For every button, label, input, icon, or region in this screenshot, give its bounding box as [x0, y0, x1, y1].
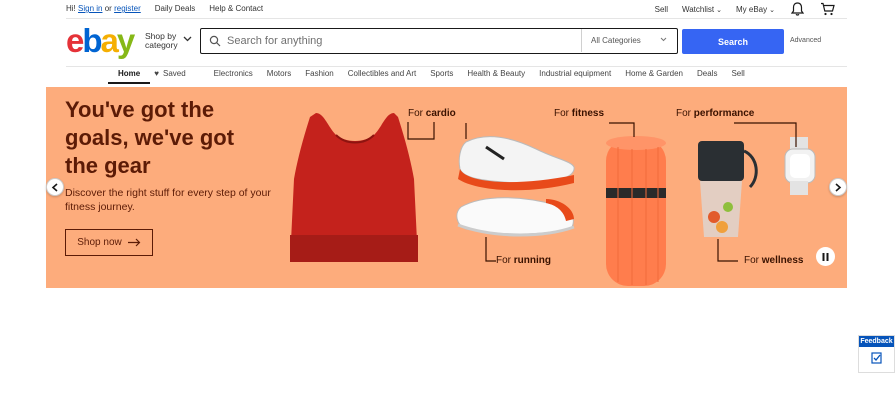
- label-for-performance: For performance: [676, 108, 755, 119]
- nav-item-motors[interactable]: Motors: [267, 69, 291, 78]
- label-for-fitness: For fitness: [554, 108, 605, 119]
- nav-item-home-garden[interactable]: Home & Garden: [625, 69, 683, 78]
- nav-item-home[interactable]: Home: [107, 69, 151, 84]
- search-button[interactable]: Search: [682, 29, 784, 54]
- greeting: Hi! Sign in or register: [66, 4, 141, 13]
- carousel-next-button[interactable]: [829, 178, 847, 196]
- nav-item-electronics[interactable]: Electronics: [214, 69, 253, 78]
- tank-top-image: [290, 113, 418, 262]
- top-bar-left: Hi! Sign in or register Daily Deals Help…: [66, 4, 263, 13]
- heart-icon: ♥: [154, 69, 159, 78]
- nav-item-fashion[interactable]: Fashion: [305, 69, 333, 78]
- chevron-down-icon: ⌄: [769, 6, 775, 14]
- carousel-prev-button[interactable]: [46, 178, 64, 196]
- daily-deals-link[interactable]: Daily Deals: [155, 4, 195, 13]
- search-icon: [209, 35, 221, 47]
- watchlist-menu[interactable]: Watchlist ⌄: [682, 5, 722, 14]
- top-bar: Hi! Sign in or register Daily Deals Help…: [66, 0, 835, 18]
- category-nav: Home ♥ Saved Electronics Motors Fashion C…: [107, 69, 759, 84]
- hero-banner[interactable]: You've got the goals, we've got the gear…: [46, 87, 847, 288]
- nav-item-sell[interactable]: Sell: [731, 69, 744, 78]
- feedback-clipboard-icon: [859, 347, 894, 364]
- top-bar-right: Sell Watchlist ⌄ My eBay ⌄: [655, 1, 835, 17]
- sell-link[interactable]: Sell: [655, 5, 668, 14]
- top-divider: [66, 18, 847, 19]
- pause-icon: [822, 252, 829, 261]
- help-contact-link[interactable]: Help & Contact: [209, 4, 263, 13]
- sneaker-image-bottom: [456, 197, 575, 237]
- chevron-right-icon: [835, 182, 842, 192]
- nav-item-industrial[interactable]: Industrial equipment: [539, 69, 611, 78]
- cart-icon[interactable]: [819, 1, 835, 17]
- label-for-running: For running: [496, 255, 551, 266]
- label-for-cardio: For cardio: [408, 108, 456, 119]
- advanced-search-link[interactable]: Advanced: [790, 37, 821, 44]
- label-for-wellness: For wellness: [744, 255, 804, 266]
- bell-icon[interactable]: [789, 1, 805, 17]
- nav-item-collectibles[interactable]: Collectibles and Art: [348, 69, 416, 78]
- category-select[interactable]: All Categories: [581, 29, 677, 52]
- nav-item-health-beauty[interactable]: Health & Beauty: [467, 69, 525, 78]
- shop-by-category-button[interactable]: Shop by category: [145, 32, 178, 50]
- feedback-tab[interactable]: Feedback: [858, 335, 895, 373]
- chevron-down-icon[interactable]: [183, 36, 192, 42]
- smartwatch-image: [784, 137, 816, 195]
- nav-item-sports[interactable]: Sports: [430, 69, 453, 78]
- nav-item-deals[interactable]: Deals: [697, 69, 717, 78]
- register-link[interactable]: register: [114, 4, 141, 13]
- yoga-mat-image: [606, 136, 666, 286]
- my-ebay-menu[interactable]: My eBay ⌄: [736, 5, 775, 14]
- carousel-pause-button[interactable]: [816, 247, 835, 266]
- chevron-down-icon: ⌄: [716, 6, 722, 14]
- chevron-down-icon: [660, 37, 667, 42]
- ebay-logo[interactable]: ebay: [66, 24, 135, 57]
- sneaker-image-top: [458, 136, 575, 191]
- blender-image: [698, 141, 758, 237]
- nav-item-saved[interactable]: ♥ Saved: [154, 69, 199, 78]
- search-input[interactable]: Search for anything: [227, 35, 322, 47]
- header-divider: [66, 66, 847, 67]
- sign-in-link[interactable]: Sign in: [78, 4, 102, 13]
- chevron-left-icon: [51, 182, 58, 192]
- search-box[interactable]: Search for anything All Categories: [200, 28, 678, 54]
